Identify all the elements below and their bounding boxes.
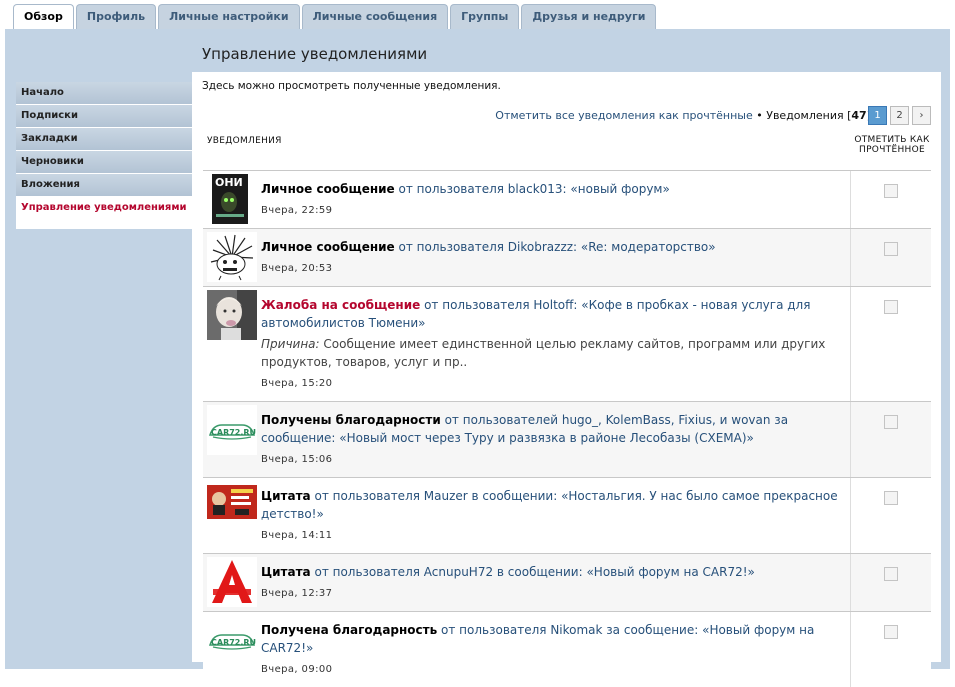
mark-read-cell [850, 229, 931, 286]
notification-body: Личное сообщение от пользователя black01… [261, 171, 846, 228]
report-reason: Причина: Сообщение имеет единственной це… [261, 335, 846, 371]
sidebar-item-3[interactable]: Закладки [16, 128, 192, 151]
notification-time: Вчера, 22:59 [261, 205, 333, 216]
notification-time: Вчера, 20:53 [261, 263, 333, 274]
mark-read-checkbox[interactable] [884, 415, 898, 429]
avatar[interactable] [207, 557, 257, 607]
mark-all-read-link[interactable]: Отметить все уведомления как прочтённые [495, 109, 752, 122]
count-value: 47 [851, 109, 867, 122]
tab-5[interactable]: Группы [450, 4, 520, 29]
notification-type-link[interactable]: Личное сообщение [261, 240, 395, 254]
notification-source-link[interactable]: от пользователя Dikobrazzz: «Re: модерат… [395, 240, 716, 254]
svg-text:CAR72.RU: CAR72.RU [211, 638, 256, 647]
notification-body: Получены благодарности от пользователей … [261, 402, 846, 477]
mark-read-checkbox[interactable] [884, 491, 898, 505]
main-content: Здесь можно просмотреть полученные уведо… [192, 72, 941, 687]
notification-row: Цитата от пользователя AcnupuH72 в сообщ… [203, 553, 931, 611]
notification-time: Вчера, 15:06 [261, 454, 333, 465]
page-title: Управление уведомлениями [202, 45, 428, 63]
reason-label: Причина: [261, 337, 320, 351]
sidebar-item-2[interactable]: Подписки [16, 105, 192, 128]
sidebar-item-4[interactable]: Черновики [16, 151, 192, 174]
mark-read-checkbox[interactable] [884, 184, 898, 198]
notification-time: Вчера, 09:00 [261, 664, 333, 675]
mark-read-cell [850, 478, 931, 553]
notification-list: ОНИ Личное сообщение от пользователя blac… [203, 170, 931, 687]
next-page-button[interactable]: › [912, 106, 931, 125]
notification-type-link[interactable]: Цитата [261, 565, 311, 579]
mark-read-cell [850, 554, 931, 611]
notification-time: Вчера, 15:20 [261, 378, 333, 389]
notification-body: Жалоба на сообщение от пользователя Holt… [261, 287, 846, 401]
separator: • [756, 109, 763, 122]
notification-source-link[interactable]: от пользователя Mauzer в сообщении: «Нос… [261, 489, 838, 521]
tab-1[interactable]: Обзор [13, 4, 74, 30]
notification-title: Цитата от пользователя Mauzer в сообщени… [261, 487, 846, 523]
mark-read-cell [850, 612, 931, 687]
notification-title: Получены благодарности от пользователей … [261, 411, 846, 447]
column-header-mark-read: ОТМЕТИТЬ КАК ПРОЧТЁННОЕ [854, 135, 930, 155]
notification-body: Цитата от пользователя Mauzer в сообщени… [261, 478, 846, 553]
avatar[interactable]: ОНИ [207, 174, 257, 224]
sidebar-item-1[interactable]: Начало [16, 82, 192, 105]
mark-read-cell [850, 402, 931, 477]
notification-row: Жалоба на сообщение от пользователя Holt… [203, 286, 931, 401]
notification-type-link[interactable]: Получены благодарности [261, 413, 441, 427]
notification-type-link[interactable]: Цитата [261, 489, 311, 503]
page-1-button[interactable]: 1 [868, 106, 887, 125]
avatar[interactable] [207, 290, 257, 340]
tab-bar: Обзор Профиль Личные настройки Личные сообщ… [13, 4, 658, 30]
notification-body: Цитата от пользователя AcnupuH72 в сообщ… [261, 554, 846, 611]
mark-read-checkbox[interactable] [884, 242, 898, 256]
pagination-info: Отметить все уведомления как прочтённые … [495, 109, 871, 122]
notification-body: Получена благодарность от пользователя N… [261, 612, 846, 687]
tab-2[interactable]: Профиль [75, 4, 157, 29]
notification-row: Цитата от пользователя Mauzer в сообщени… [203, 477, 931, 553]
notification-type-link[interactable]: Личное сообщение [261, 182, 395, 196]
notification-source-link[interactable]: от пользователя AcnupuH72 в сообщении: «… [311, 565, 754, 579]
avatar[interactable]: CAR72.RU [207, 405, 257, 455]
notification-time: Вчера, 14:11 [261, 530, 333, 541]
notification-body: Личное сообщение от пользователя Dikobra… [261, 229, 846, 286]
notification-row: CAR72.RU Получена благодарность от пользо… [203, 611, 931, 687]
notification-title: Личное сообщение от пользователя black01… [261, 180, 846, 198]
notification-type-link[interactable]: Жалоба на сообщение [261, 298, 420, 312]
notification-row: ОНИ Личное сообщение от пользователя blac… [203, 170, 931, 228]
avatar[interactable] [207, 232, 257, 282]
description: Здесь можно просмотреть полученные уведо… [202, 80, 501, 92]
notification-row: Личное сообщение от пользователя Dikobra… [203, 228, 931, 286]
mark-read-checkbox[interactable] [884, 625, 898, 639]
sidebar-item-5[interactable]: Вложения [16, 174, 192, 197]
mark-read-checkbox[interactable] [884, 300, 898, 314]
notification-type-link[interactable]: Получена благодарность [261, 623, 437, 637]
sidebar: Начало Подписки Закладки Черновики Вложения У… [16, 82, 192, 229]
svg-text:ОНИ: ОНИ [215, 176, 243, 189]
mark-read-checkbox[interactable] [884, 567, 898, 581]
notification-time: Вчера, 12:37 [261, 588, 333, 599]
tab-6[interactable]: Друзья и недруги [521, 4, 657, 29]
tab-3[interactable]: Личные настройки [158, 4, 300, 29]
count-label: Уведомления [ [766, 109, 852, 122]
notification-title: Цитата от пользователя AcnupuH72 в сообщ… [261, 563, 846, 581]
notification-title: Жалоба на сообщение от пользователя Holt… [261, 296, 846, 332]
mark-read-cell [850, 287, 931, 401]
column-header-notifications: УВЕДОМЛЕНИЯ [207, 136, 282, 146]
svg-text:CAR72.RU: CAR72.RU [211, 428, 256, 437]
reason-text: Сообщение имеет единственной целью рекла… [261, 337, 826, 369]
notification-row: CAR72.RU Получены благодарности от пользо… [203, 401, 931, 477]
notification-title: Личное сообщение от пользователя Dikobra… [261, 238, 846, 256]
avatar[interactable] [207, 481, 257, 531]
sidebar-item-6[interactable]: Управление уведомлениями [16, 197, 192, 229]
mark-read-cell [850, 171, 931, 228]
notification-source-link[interactable]: от пользователя black013: «новый форум» [395, 182, 670, 196]
tab-4[interactable]: Личные сообщения [301, 4, 449, 29]
page-2-button[interactable]: 2 [890, 106, 909, 125]
pagination: 1 2 › [868, 106, 931, 125]
notification-title: Получена благодарность от пользователя N… [261, 621, 846, 657]
